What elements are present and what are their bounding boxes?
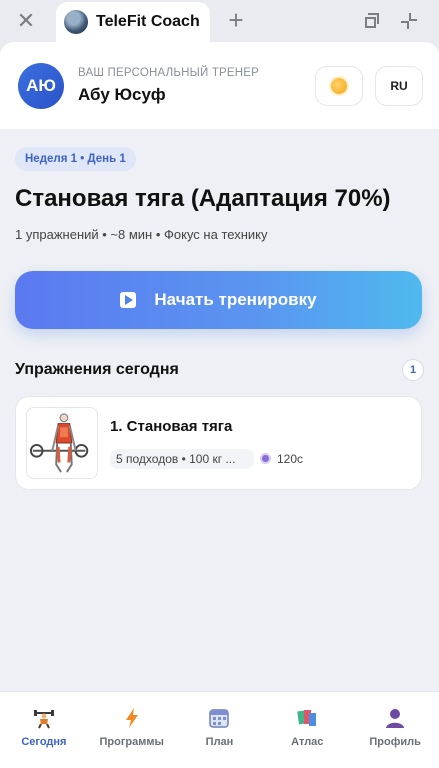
- browser-tab[interactable]: TeleFit Coach: [56, 2, 210, 42]
- user-name: Абу Юсуф: [78, 84, 166, 104]
- browser-tab-bar: ✕ TeleFit Coach +: [0, 0, 439, 42]
- nav-label-plan: План: [205, 736, 234, 748]
- nav-label-programs: Программы: [99, 736, 164, 748]
- close-icon[interactable]: ✕: [14, 9, 38, 33]
- new-tab-icon[interactable]: +: [224, 7, 248, 33]
- exercise-sets-chip: 5 подходов • 100 кг ...: [110, 448, 254, 469]
- nav-item-atlas[interactable]: Атлас: [263, 692, 351, 768]
- weightlifter-icon: [33, 710, 54, 729]
- start-workout-label: Начать тренировку: [154, 290, 317, 309]
- exercises-section-header: Упражнения сегодня 1: [15, 359, 424, 381]
- workout-title: Становая тяга (Адаптация 70%): [15, 185, 391, 212]
- sun-icon: [331, 77, 347, 94]
- avatar[interactable]: АЮ: [18, 62, 64, 109]
- nav-item-programs[interactable]: Программы: [88, 692, 176, 768]
- main-content: Неделя 1 • День 1 Становая тяга (Адаптац…: [0, 129, 439, 490]
- theme-toggle-button[interactable]: [315, 65, 363, 106]
- exercise-count-badge: 1: [402, 359, 424, 381]
- header-caption: ВАШ ПЕРСОНАЛЬНЫЙ ТРЕНЕР: [78, 66, 260, 79]
- atlas-icon: [297, 710, 317, 726]
- nav-label-atlas: Атлас: [291, 736, 324, 748]
- language-button[interactable]: RU: [375, 65, 423, 106]
- timer-icon: [260, 453, 271, 464]
- nav-item-plan[interactable]: План: [176, 692, 264, 768]
- rest-time-value: 120с: [277, 451, 304, 466]
- language-label: RU: [390, 78, 408, 93]
- nav-item-today[interactable]: Сегодня: [0, 692, 88, 768]
- exercise-card[interactable]: 1. Становая тяга 5 подходов • 100 кг ...…: [15, 396, 422, 490]
- trainer-info: ВАШ ПЕРСОНАЛЬНЫЙ ТРЕНЕР Абу Юсуф: [78, 67, 315, 105]
- exercise-name: 1. Становая тяга: [110, 417, 233, 435]
- deadlift-illustration-icon: [26, 407, 98, 479]
- nav-label-today: Сегодня: [21, 736, 67, 748]
- lightning-icon: [125, 708, 138, 728]
- app-header: АЮ ВАШ ПЕРСОНАЛЬНЫЙ ТРЕНЕР Абу Юсуф RU: [0, 42, 439, 129]
- app-window: АЮ ВАШ ПЕРСОНАЛЬНЫЙ ТРЕНЕР Абу Юсуф RU Н…: [0, 42, 439, 768]
- bottom-navigation: Сегодня Программы План Атлас Профиль: [0, 691, 439, 768]
- collapse-icon[interactable]: [398, 10, 420, 32]
- workout-meta: 1 упражнений • ~8 мин • Фокус на технику: [15, 227, 268, 242]
- nav-item-profile[interactable]: Профиль: [351, 692, 439, 768]
- app-favicon-icon: [64, 10, 88, 34]
- section-title: Упражнения сегодня: [15, 361, 179, 378]
- nav-label-profile: Профиль: [369, 736, 421, 748]
- profile-icon: [386, 709, 405, 728]
- play-icon: [120, 292, 137, 308]
- start-workout-button[interactable]: Начать тренировку: [15, 271, 422, 329]
- exercise-meta: 5 подходов • 100 кг ... 120с: [110, 448, 411, 469]
- exercise-details: 1. Становая тяга 5 подходов • 100 кг ...…: [110, 418, 411, 469]
- restore-window-icon[interactable]: [362, 10, 384, 32]
- tab-title: TeleFit Coach: [96, 13, 200, 30]
- rest-time: 120с: [260, 452, 303, 466]
- calendar-icon: [209, 709, 230, 728]
- week-day-badge: Неделя 1 • День 1: [15, 147, 136, 171]
